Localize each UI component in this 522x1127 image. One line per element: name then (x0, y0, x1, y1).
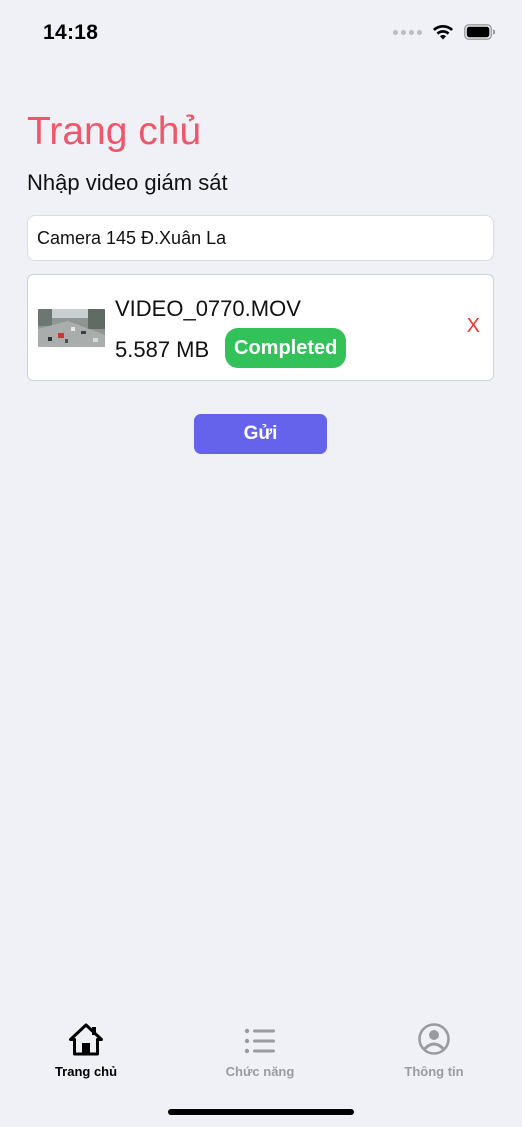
cellular-signal-icon (393, 29, 422, 35)
file-size: 5.587 MB (115, 337, 210, 362)
tab-label-functions: Chức năng (225, 1064, 295, 1079)
list-icon (244, 1028, 275, 1054)
status-bar: 14:18 (0, 0, 522, 66)
status-icons (393, 24, 496, 40)
home-icon (69, 1023, 103, 1056)
tab-label-info: Thông tin (404, 1064, 464, 1079)
file-name: VIDEO_0770.MOV (115, 296, 301, 321)
wifi-icon (433, 25, 453, 40)
tab-info[interactable]: Thông tin (359, 1018, 509, 1079)
tab-functions[interactable]: Chức năng (185, 1018, 335, 1079)
status-time: 14:18 (43, 21, 99, 44)
page-subtitle: Nhập video giám sát (27, 170, 228, 195)
remove-file-button[interactable]: X (467, 315, 480, 338)
upload-status-badge: Completed (225, 328, 347, 368)
uploaded-file-card: VIDEO_0770.MOV 5.587 MB Completed X (27, 274, 494, 381)
tab-home[interactable]: Trang chủ (11, 1018, 161, 1079)
page-title: Trang chủ (27, 110, 202, 153)
send-button[interactable]: Gửi (194, 414, 327, 454)
home-screen: 14:18 Trang chủ Nhập video giám sát Came… (0, 0, 522, 1127)
user-circle-icon (418, 1023, 450, 1055)
tab-label-home: Trang chủ (54, 1064, 118, 1079)
home-indicator (168, 1109, 354, 1115)
video-thumbnail (38, 309, 105, 347)
battery-icon (464, 24, 496, 40)
camera-name-input[interactable] (27, 215, 494, 261)
bottom-tab-bar: Trang chủ Chức năng Thông tin (0, 1018, 522, 1088)
